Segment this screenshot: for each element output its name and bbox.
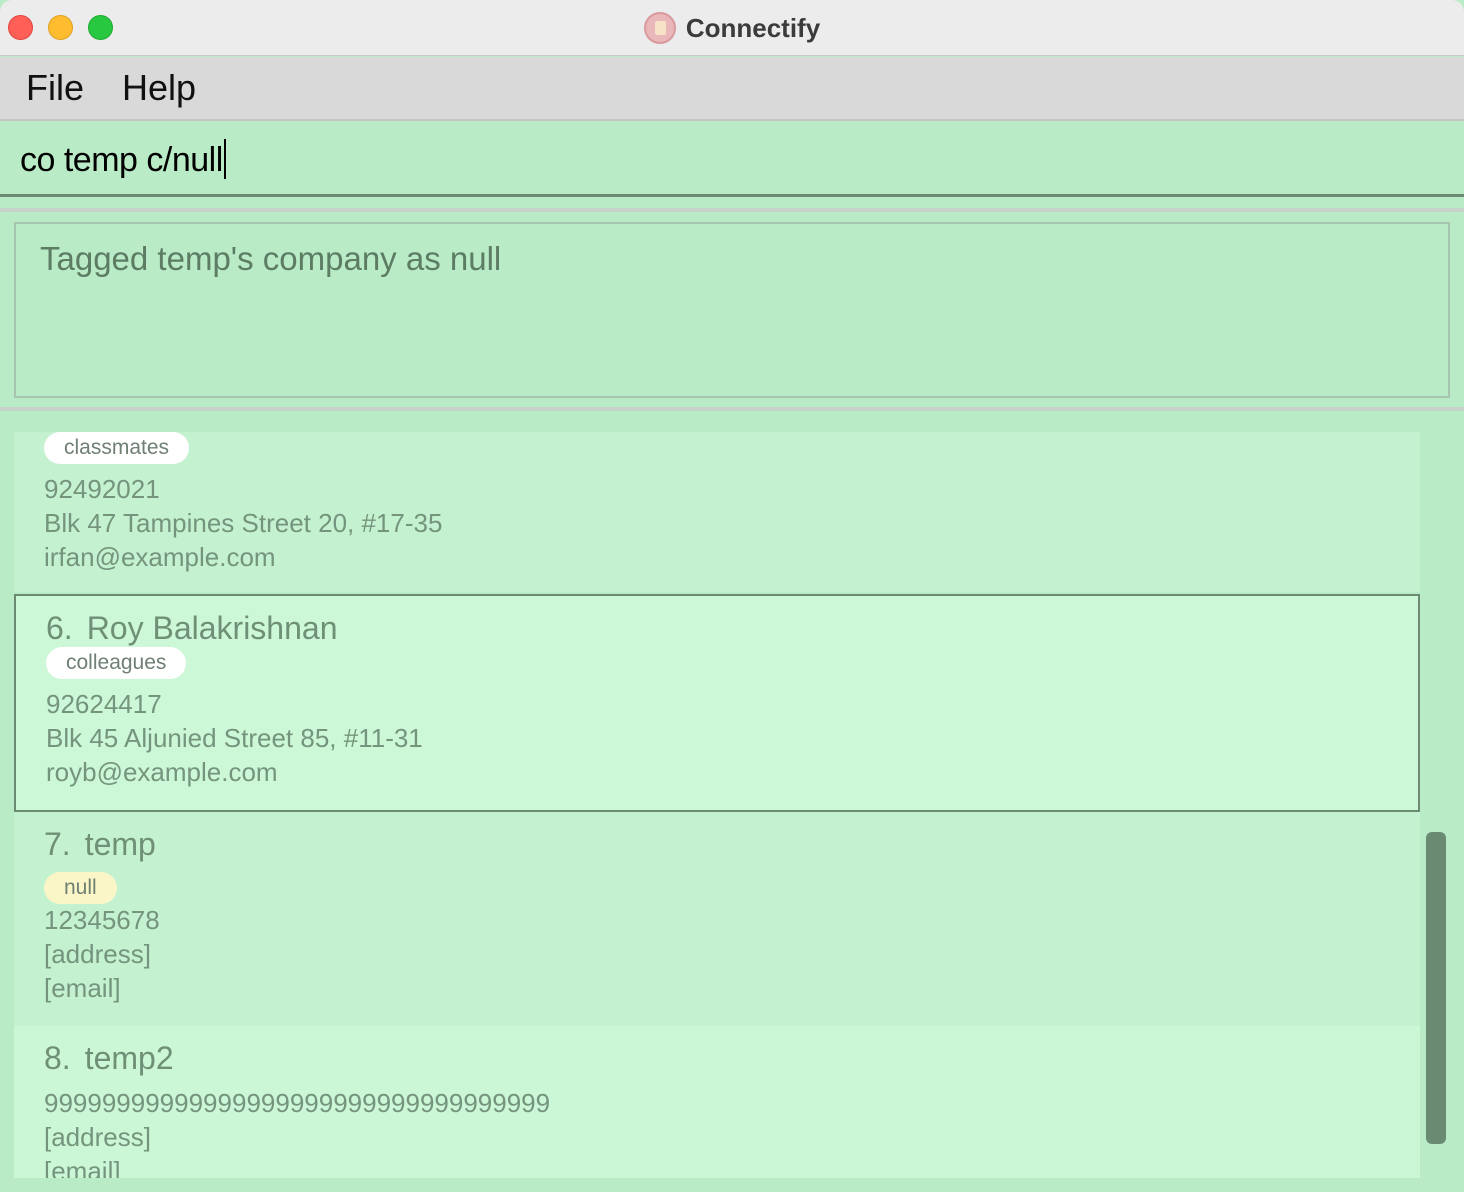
person-phone: 12345678 — [44, 905, 160, 935]
divider — [0, 407, 1464, 411]
person-address: [address] — [44, 1122, 151, 1152]
person-address: [address] — [44, 939, 151, 969]
person-phone: 99999999999999999999999999999999999 — [44, 1088, 551, 1118]
scrollbar-thumb[interactable] — [1426, 832, 1446, 1144]
menu-help[interactable]: Help — [122, 67, 196, 109]
person-index: 7. — [44, 826, 71, 862]
person-name: temp — [84, 826, 156, 862]
command-input[interactable]: co temp c/null — [20, 139, 226, 180]
result-display: Tagged temp's company as null — [14, 222, 1450, 398]
person-card[interactable]: 8. temp2 99999999999999999999999999999999… — [14, 1026, 1420, 1178]
person-email: [email] — [44, 973, 121, 1003]
result-message: Tagged temp's company as null — [40, 240, 502, 277]
window-titlebar: Connectify — [0, 0, 1464, 56]
menu-bar: File Help — [0, 57, 1464, 121]
person-header: 6. Roy Balakrishnan — [46, 610, 337, 647]
person-header: 7. temp — [44, 826, 156, 863]
person-address: Blk 45 Aljunied Street 85, #11-31 — [46, 723, 423, 753]
tag-badge: colleagues — [46, 647, 187, 679]
person-email: royb@example.com — [46, 757, 278, 787]
person-email: [email] — [44, 1156, 121, 1178]
divider — [0, 208, 1464, 212]
person-name: Roy Balakrishnan — [86, 610, 338, 646]
command-input-text: co temp c/null — [20, 141, 223, 179]
company-badge: null — [44, 872, 117, 904]
window-title-group: Connectify — [0, 0, 1464, 56]
person-list[interactable]: classmates 92492021 Blk 47 Tampines Stre… — [14, 432, 1420, 1178]
menu-file[interactable]: File — [26, 67, 84, 109]
person-phone: 92624417 — [46, 689, 162, 719]
command-box[interactable]: co temp c/null — [0, 123, 1464, 197]
person-email: irfan@example.com — [44, 542, 276, 572]
window-title: Connectify — [685, 12, 821, 43]
person-index: 6. — [46, 610, 73, 646]
tag-badge: classmates — [44, 432, 190, 464]
person-phone: 92492021 — [44, 474, 160, 504]
person-header: 8. temp2 — [44, 1040, 174, 1077]
app-logo-icon — [643, 12, 676, 44]
person-address: Blk 47 Tampines Street 20, #17-35 — [44, 508, 443, 538]
person-name: temp2 — [84, 1040, 174, 1076]
person-card[interactable]: 7. temp null 12345678 [address] [email] — [14, 812, 1420, 1026]
person-index: 8. — [44, 1040, 71, 1076]
person-card-selected[interactable]: 6. Roy Balakrishnan colleagues 92624417 B… — [14, 594, 1420, 812]
person-card[interactable]: classmates 92492021 Blk 47 Tampines Stre… — [14, 432, 1420, 592]
text-caret — [223, 139, 226, 179]
